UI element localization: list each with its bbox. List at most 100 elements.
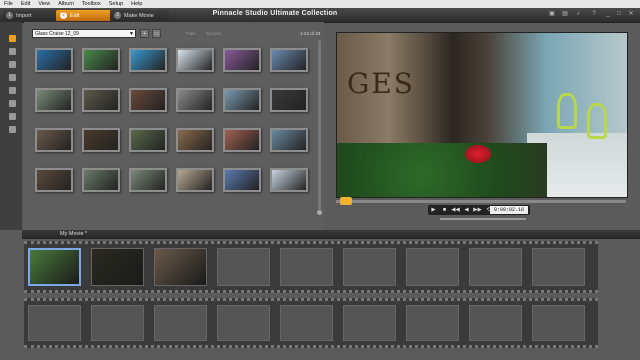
menu-album[interactable]: Album [54,1,78,7]
play-button[interactable]: ▶ [428,207,439,213]
tab-import-label: Import [16,12,32,19]
library-thumbnail[interactable] [270,48,308,72]
tab-edit[interactable]: 2 Edit [56,10,111,21]
menu-toolbox[interactable]: Toolbox [78,1,105,7]
library-thumbnail[interactable] [129,128,167,152]
step-back-button[interactable]: ◀ [461,207,472,213]
folder-icon[interactable]: ▭ [152,29,161,38]
library-thumbnail[interactable] [129,168,167,192]
menu-help[interactable]: Help [127,1,146,7]
library-thumbnail[interactable] [223,48,261,72]
library-thumbnail[interactable] [176,48,214,72]
library-thumbnail[interactable] [35,48,73,72]
music-icon[interactable] [9,126,16,133]
storyboard-clip[interactable] [91,248,144,286]
library-thumbnail[interactable] [35,128,73,152]
storyboard-empty-slot[interactable] [406,305,459,341]
minimize-icon[interactable]: _ [604,10,612,18]
text-icon[interactable] [9,74,16,81]
movie-name[interactable]: My Movie * [60,231,87,237]
library-thumbnail[interactable] [82,168,120,192]
filter-scenes[interactable]: Scenes [206,31,221,36]
menu-file[interactable]: File [0,1,17,7]
chevron-down-icon: ▼ [129,31,134,37]
library-thumbnail[interactable] [176,168,214,192]
transitions-icon[interactable] [9,48,16,55]
storyboard-clip[interactable] [154,248,207,286]
storyboard-empty-slot[interactable] [532,248,585,286]
tab-make-movie-label: Make Movie [124,12,154,19]
photos-icon[interactable] [9,87,16,94]
scrubber-handle[interactable] [340,197,352,205]
filter-files[interactable]: Files [186,31,196,36]
menu-view[interactable]: View [34,1,54,7]
library-thumbnail[interactable] [82,88,120,112]
menu-edit[interactable]: Edit [17,1,34,7]
storyboard-empty-slot[interactable] [469,248,522,286]
storyboard-empty-slot[interactable] [217,248,270,286]
speaker-icon[interactable]: ♪ [574,10,582,18]
add-folder-button[interactable]: + [140,29,149,38]
menu-setup[interactable]: Setup [105,1,127,7]
help-icon[interactable]: ? [590,10,598,18]
library-thumbnail[interactable] [35,168,73,192]
titles-icon[interactable] [9,61,16,68]
stop-button[interactable]: ■ [439,207,450,213]
library-thumbnail[interactable] [176,88,214,112]
library-thumbnail[interactable] [270,168,308,192]
storyboard-clip[interactable] [28,248,81,286]
storyboard-empty-slot[interactable] [28,305,81,341]
fast-forward-button[interactable]: ▶▶ [472,207,483,213]
preview-plants [337,143,547,197]
library-thumbnail[interactable] [82,128,120,152]
preview-chair [557,93,577,129]
storyboard-empty-slot[interactable] [469,305,522,341]
tab-edit-label: Edit [70,12,80,19]
album-tool-strip [0,22,22,230]
app-title: Pinnacle Studio Ultimate Collection [212,10,338,17]
preview-chair [587,103,607,139]
video-album-icon[interactable] [9,35,16,42]
sound-effects-icon[interactable] [9,113,16,120]
tab-make-movie[interactable]: 3 Make Movie [110,10,169,21]
library-thumbnail[interactable] [270,128,308,152]
library-thumbnail[interactable] [270,88,308,112]
preview-scrubber[interactable] [336,200,626,203]
make-movie-icon: 3 [114,12,121,19]
volume-slider[interactable] [440,218,526,220]
storyboard-empty-slot[interactable] [532,305,585,341]
tab-import[interactable]: 1 Import [2,10,57,21]
storyboard-empty-slot[interactable] [217,305,270,341]
storyboard-empty-slot[interactable] [280,305,333,341]
preview-sign-graphic: GES [347,67,415,100]
library-thumbnail[interactable] [82,48,120,72]
item-count: 1-24 of 33 [300,31,321,36]
library-thumbnail[interactable] [176,128,214,152]
restore-icon[interactable]: □ [615,10,623,18]
library-scroll-knob[interactable] [317,210,322,215]
storyboard-empty-slot[interactable] [343,248,396,286]
timecode-display[interactable]: 0:00:02.16 [490,206,528,214]
edit-icon: 2 [60,12,67,19]
rewind-button[interactable]: ◀◀ [450,207,461,213]
storyboard-empty-slot[interactable] [280,248,333,286]
library-thumbnail[interactable] [223,168,261,192]
storyboard-empty-slot[interactable] [91,305,144,341]
collection-select[interactable]: Glass Cruise 12_09 ▼ [32,29,136,38]
library-thumbnail[interactable] [35,88,73,112]
film-icon[interactable]: ▤ [561,10,569,18]
storyboard-empty-slot[interactable] [154,305,207,341]
library-thumbnail[interactable] [129,48,167,72]
video-preview: GES [336,32,628,198]
library-thumbnail[interactable] [129,88,167,112]
library-scrollbar[interactable] [318,40,321,210]
import-icon: 1 [6,12,13,19]
close-icon[interactable]: ✕ [627,10,635,18]
library-thumbnail[interactable] [223,128,261,152]
menus-icon[interactable] [9,100,16,107]
storyboard-empty-slot[interactable] [406,248,459,286]
disk-icon[interactable]: ▣ [548,10,556,18]
storyboard-empty-slot[interactable] [343,305,396,341]
library-thumbnail[interactable] [223,88,261,112]
timeline-toolbar [22,230,640,239]
